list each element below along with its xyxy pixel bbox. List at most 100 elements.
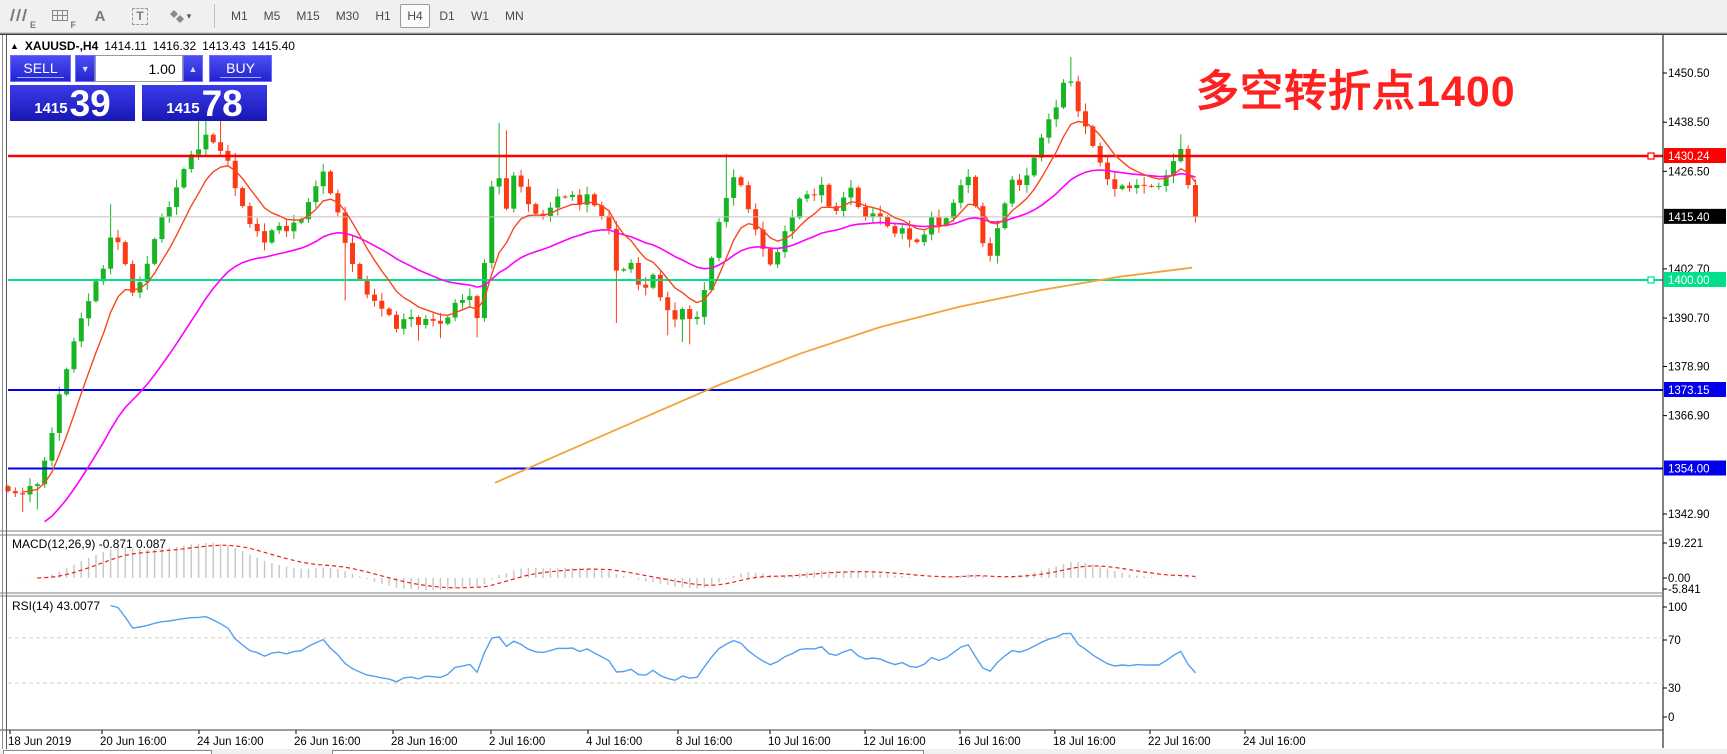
candle-body xyxy=(57,394,62,433)
rsi-tick-label: 30 xyxy=(1668,683,1681,695)
candle-body xyxy=(936,217,941,225)
time-tick-label: 10 Jul 16:00 xyxy=(768,736,831,748)
volume-input[interactable]: 1.00 xyxy=(95,55,182,82)
text-tool-icon[interactable]: T xyxy=(123,2,157,30)
timeframe-button-H4[interactable]: H4 xyxy=(400,4,430,28)
ohlc-low: 1413.43 xyxy=(202,39,245,53)
timeframe-button-M1[interactable]: M1 xyxy=(224,4,255,28)
price-badge-label: 1400.00 xyxy=(1668,275,1710,287)
grid-icon[interactable]: F xyxy=(43,2,77,30)
sell-button[interactable]: SELL xyxy=(10,55,71,82)
time-axis: 18 Jun 201920 Jun 16:0024 Jun 16:0026 Ju… xyxy=(8,730,1306,748)
symbol-marker-icon: ▲ xyxy=(10,41,19,51)
candle-body xyxy=(621,269,626,270)
timeframe-button-M15[interactable]: M15 xyxy=(289,4,326,28)
hline-endpoint-marker xyxy=(1648,277,1654,283)
candle-body xyxy=(1193,185,1198,217)
rsi-pane: 10070300 xyxy=(8,602,1687,724)
timeframe-button-W1[interactable]: W1 xyxy=(464,4,496,28)
sell-price-display[interactable]: 1415 39 xyxy=(10,85,135,121)
timeframe-button-D1[interactable]: D1 xyxy=(432,4,462,28)
candle-body xyxy=(13,491,18,493)
candle-body xyxy=(49,433,54,461)
volume-decrease-button[interactable]: ▼ xyxy=(75,55,95,82)
candle-body xyxy=(614,229,619,271)
candle-body xyxy=(115,238,120,243)
macd-tick-label: -5.841 xyxy=(1668,584,1701,596)
chart-template-icon[interactable]: E xyxy=(3,2,37,30)
candle-body xyxy=(1076,81,1081,111)
candle-body xyxy=(181,169,186,187)
ohlc-high: 1416.32 xyxy=(153,39,196,53)
candle-body xyxy=(790,218,795,232)
candle-body xyxy=(159,217,164,239)
candle-body xyxy=(1039,138,1044,158)
candles-layer xyxy=(6,57,1198,512)
candle-body xyxy=(313,186,318,202)
candle-body xyxy=(365,279,370,294)
candle-body xyxy=(284,226,289,231)
candle-body xyxy=(885,217,890,226)
candle-body xyxy=(922,235,927,243)
objects-icon[interactable]: ▾ xyxy=(163,2,197,30)
candle-body xyxy=(262,231,267,242)
candle-body xyxy=(958,185,963,203)
timeframe-button-MN[interactable]: MN xyxy=(498,4,531,28)
window-border-left-inner xyxy=(6,35,7,749)
rsi-tick-label: 0 xyxy=(1668,712,1674,724)
candle-body xyxy=(848,188,853,198)
price-badge-label: 1354.00 xyxy=(1668,463,1710,475)
candle-body xyxy=(826,185,831,206)
candle-body xyxy=(709,258,714,290)
timeframe-button-H1[interactable]: H1 xyxy=(368,4,398,28)
buy-price-prefix: 1415 xyxy=(166,100,199,117)
candle-body xyxy=(93,281,98,301)
candle-body xyxy=(328,172,333,194)
candle-body xyxy=(218,142,223,151)
volume-increase-button[interactable]: ▲ xyxy=(183,55,203,82)
candle-body xyxy=(988,243,993,256)
timeframe-button-M5[interactable]: M5 xyxy=(257,4,288,28)
candle-body xyxy=(291,223,296,232)
price-tick-label: 1390.70 xyxy=(1668,313,1710,325)
candle-body xyxy=(130,264,135,292)
price-badge-label: 1373.15 xyxy=(1668,385,1710,397)
candle-body xyxy=(431,319,436,321)
dropdown-caret-icon[interactable]: ▾ xyxy=(187,11,192,22)
macd-tick-label: 19.221 xyxy=(1668,538,1703,550)
toolbar: E F A T ▾ M1M5M15M30H1H4D1W1MN xyxy=(0,0,1727,33)
candlestick-glyph xyxy=(10,7,30,25)
rsi-tick-label: 70 xyxy=(1668,635,1681,647)
candle-body xyxy=(247,206,252,224)
candle-body xyxy=(350,243,355,264)
candle-body xyxy=(460,300,465,303)
candle-body xyxy=(768,249,773,265)
candle-body xyxy=(372,295,377,301)
time-tick-label: 22 Jul 16:00 xyxy=(1148,736,1211,748)
time-tick-label: 24 Jun 16:00 xyxy=(197,736,264,748)
candle-body xyxy=(702,290,707,317)
price-tick-label: 1426.50 xyxy=(1668,166,1710,178)
time-tick-label: 24 Jul 16:00 xyxy=(1243,736,1306,748)
ma-slow-line xyxy=(495,268,1192,483)
objects-glyph xyxy=(169,9,185,23)
buy-price-display[interactable]: 1415 78 xyxy=(142,85,267,121)
rsi-indicator-label: RSI(14) 43.0077 xyxy=(12,599,100,613)
time-tick-label: 28 Jun 16:00 xyxy=(391,736,458,748)
candle-body xyxy=(86,301,91,318)
cursor-letter: A xyxy=(95,8,106,25)
price-badge-label: 1430.24 xyxy=(1668,151,1710,163)
timeframe-button-M30[interactable]: M30 xyxy=(329,4,366,28)
sell-button-label: SELL xyxy=(17,60,63,78)
candle-body xyxy=(782,231,787,252)
cursor-icon[interactable]: A xyxy=(83,2,117,30)
candle-body xyxy=(673,310,678,319)
candle-body xyxy=(607,216,612,229)
price-tick-label: 1450.50 xyxy=(1668,68,1710,80)
price-tick-label: 1342.90 xyxy=(1668,509,1710,521)
candle-body xyxy=(995,228,1000,256)
buy-button[interactable]: BUY xyxy=(209,55,272,82)
candle-body xyxy=(819,185,824,195)
candle-body xyxy=(1017,180,1022,185)
candle-body xyxy=(651,275,656,288)
